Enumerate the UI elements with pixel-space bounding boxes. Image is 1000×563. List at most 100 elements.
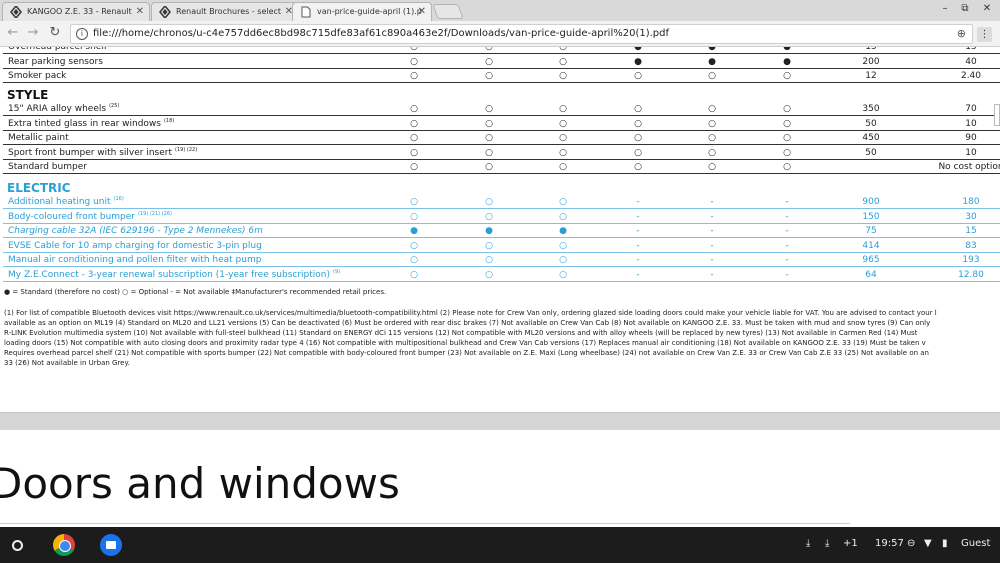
availability-mark: - [710,269,714,280]
availability-mark: - [785,240,789,251]
row-label-text: EVSE Cable for 10 amp charging for domes… [8,240,262,251]
row-label-text: Manual air conditioning and pollen filte… [8,255,262,265]
availability-mark: ○ [634,162,642,172]
tab-strip: KANGOO Z.E. 33 - Renault ✕ Renault Broch… [0,0,1000,21]
vat-value: 15 [965,226,977,236]
row-label: Additional heating unit (16) [8,195,124,209]
footnote-line: Requires overhead parcel shelf (21) Not … [4,349,929,357]
browser-toolbar: ← → ↻ i file:///home/chronos/u-c4e757dd6… [0,21,1000,47]
files-icon[interactable] [100,534,122,556]
table-row: Extra tinted glass in rear windows (18) ○ ○… [3,117,1000,131]
row-label: Sport front bumper with silver insert (19… [8,146,197,160]
download-icon[interactable]: ⤓ [806,538,810,549]
availability-mark: ● [559,226,567,236]
availability-mark: ○ [783,133,791,143]
table-row: Sport front bumper with silver insert (19… [3,146,1000,160]
footnotes: (1) For list of compatible Bluetooth dev… [4,308,1000,368]
footnote-ref: (19) (22) [175,146,198,153]
row-label: EVSE Cable for 10 amp charging for domes… [8,239,262,253]
reload-icon[interactable]: ↻ [46,25,64,40]
table-row: Metallic paint ○ ○ ○ ○ ○ ○ 450 90 [3,131,1000,145]
availability-mark: ○ [559,47,567,52]
wifi-icon[interactable]: ▼ [924,538,932,549]
row-label-text: Standard bumper [8,162,87,172]
availability-mark: - [636,211,640,222]
price-value: 200 [862,56,880,67]
clock[interactable]: 19:57 [875,538,904,549]
row-label-text: Smoker pack [8,71,67,81]
downloads-count[interactable]: +1 [843,538,858,549]
table-row: EVSE Cable for 10 amp charging for domes… [3,239,1000,253]
availability-mark: ○ [410,147,418,158]
availability-mark: - [636,255,640,265]
chrome-icon[interactable] [53,534,75,556]
availability-mark: ○ [485,197,493,207]
availability-mark: - [785,211,789,222]
price-value: 64 [865,269,877,280]
tab-kangoo[interactable]: KANGOO Z.E. 33 - Renault ✕ [2,2,150,21]
availability-mark: - [785,197,789,207]
tab-title: KANGOO Z.E. 33 - Renault [27,7,132,16]
back-arrow-icon[interactable]: ← [4,25,22,40]
price-value: 75 [865,226,877,236]
availability-mark: ○ [410,47,418,52]
availability-mark: ○ [559,56,567,67]
vat-value: 30 [965,211,977,222]
battery-icon[interactable]: ▮ [942,538,948,549]
minimize-button[interactable]: – [938,3,952,14]
restore-button[interactable]: ⧉ [958,3,972,14]
availability-mark: ○ [410,269,418,280]
price-value: 50 [865,118,877,129]
download-icon[interactable]: ⤓ [825,538,829,549]
do-not-disturb-icon[interactable]: ⊖ [907,538,915,549]
page-gap [0,412,1000,430]
vat-value: 180 [962,197,980,207]
vat-value: 193 [962,255,980,265]
availability-mark: ○ [634,71,642,81]
close-tab-icon[interactable]: ✕ [418,3,426,20]
page-content: Overhead parcel shelf ○ ○ ○ ● ● ● 15 15 Rear park… [0,47,1000,527]
new-tab-button[interactable] [432,4,464,19]
tab-brochures[interactable]: Renault Brochures - select ✕ [151,2,299,21]
user-label[interactable]: Guest [961,538,990,549]
address-bar[interactable]: i file:///home/chronos/u-c4e757dd6ec8bd9… [70,24,973,44]
table-row: Smoker pack ○ ○ ○ ○ ○ ○ 12 2.40 [3,69,1000,83]
close-window-button[interactable]: ✕ [980,3,994,14]
menu-icon[interactable]: ⋮ [977,27,992,42]
launcher-icon[interactable] [12,540,23,551]
availability-mark: ○ [410,197,418,207]
footnote-line: available as an option on ML19 (4) Stand… [4,319,931,327]
forward-arrow-icon[interactable]: → [24,25,42,40]
tab-price-guide[interactable]: van-price-guide-april (1).p ✕ [292,2,432,21]
availability-mark: ○ [485,211,493,222]
availability-mark: ○ [485,118,493,129]
availability-mark: ○ [783,118,791,129]
url-text[interactable]: file:///home/chronos/u-c4e757dd6ec8bd98c… [93,28,669,39]
availability-mark: ○ [708,133,716,143]
row-label: Manual air conditioning and pollen filte… [8,253,261,267]
availability-mark: ○ [485,240,493,251]
availability-mark: ○ [708,71,716,81]
availability-mark: ○ [485,147,493,158]
table-row: My Z.E.Connect - 3-year renewal subscrip… [3,268,1000,282]
availability-mark: ○ [485,56,493,67]
zoom-icon[interactable]: ⊕ [957,27,966,40]
table-row: Charging cable 32A (IEC 629196 - Type 2 … [3,224,1000,238]
row-label-text: Sport front bumper with silver insert [8,147,173,158]
row-label-text: Additional heating unit [8,197,111,207]
price-value: 12 [865,71,877,81]
table-row: Standard bumper ○ ○ ○ ○ ○ ○ No cost option [3,160,1000,174]
close-tab-icon[interactable]: ✕ [136,3,144,20]
info-icon[interactable]: i [76,28,88,40]
divider [0,523,850,524]
availability-mark: ○ [410,56,418,67]
availability-mark: ○ [410,118,418,129]
footnote-ref: (19) (21) (26) [138,210,172,217]
pdf-scroll-tab[interactable] [994,104,1000,126]
availability-mark: ○ [559,197,567,207]
availability-mark: - [785,255,789,265]
table-row: Rear parking sensors ○ ○ ○ ● ● ● 200 40 [3,55,1000,69]
availability-mark: ○ [708,104,716,114]
availability-mark: ● [708,47,716,52]
footnote-line: 33 (26) Not available in Urban Grey. [4,359,130,367]
